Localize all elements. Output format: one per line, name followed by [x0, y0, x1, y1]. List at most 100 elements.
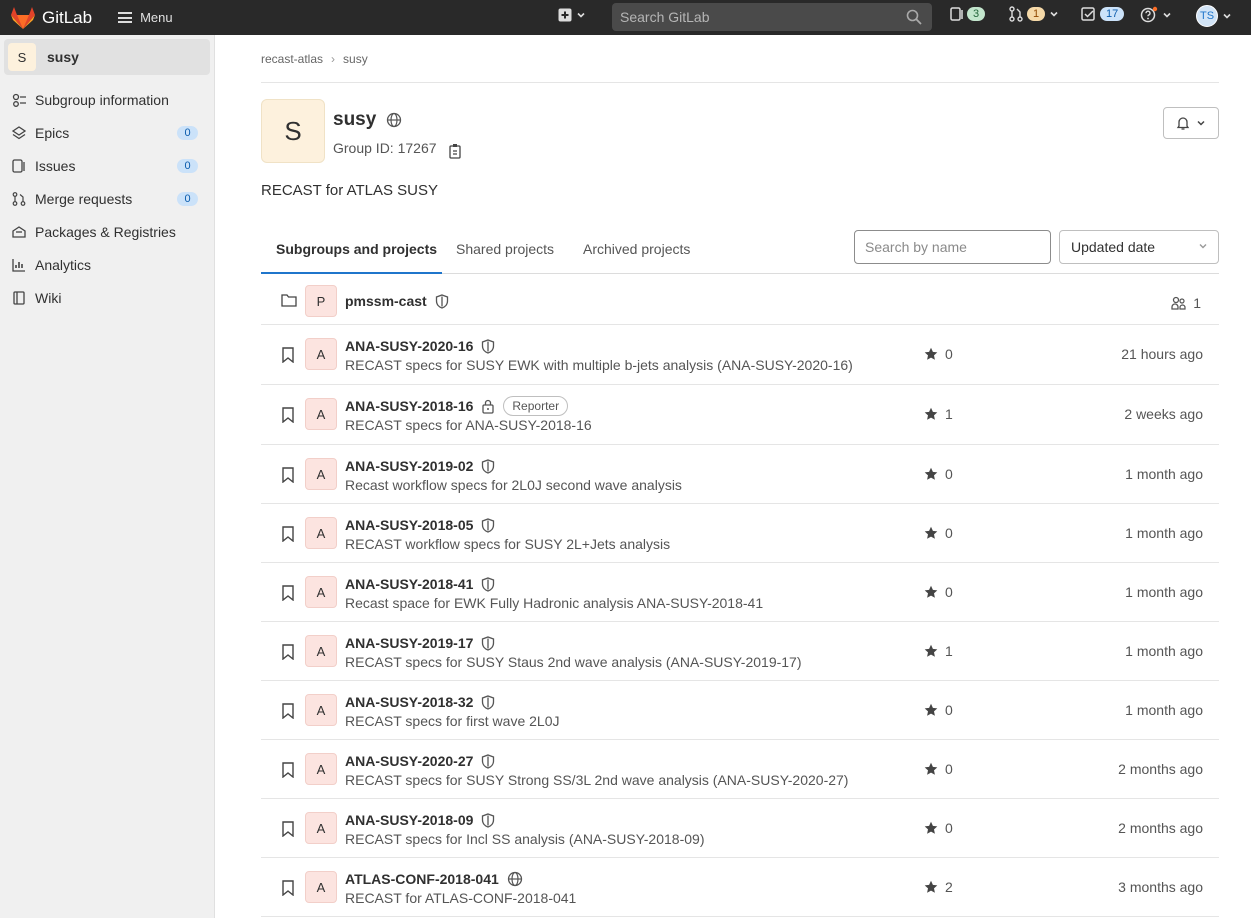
- project-title[interactable]: ANA-SUSY-2018-16 Reporter: [345, 396, 569, 416]
- sidebar-item-analytics[interactable]: Analytics: [0, 248, 214, 281]
- star-count: 1: [924, 406, 953, 422]
- search-by-name-input[interactable]: Search by name: [854, 230, 1051, 264]
- project-name: ANA-SUSY-2018-41: [345, 576, 474, 592]
- shield-icon: [435, 293, 449, 309]
- tab-archived-projects[interactable]: Archived projects: [583, 241, 690, 257]
- user-menu-dropdown[interactable]: TS: [1196, 5, 1232, 27]
- project-avatar: A: [305, 753, 337, 785]
- project-row[interactable]: A ANA-SUSY-2018-41 Recast space for EWK Fu…: [261, 563, 1219, 622]
- project-row[interactable]: A ANA-SUSY-2020-16 RECAST specs for SUSY E…: [261, 325, 1219, 385]
- menu-label: Menu: [140, 10, 173, 25]
- todo-check-icon: [1081, 7, 1095, 21]
- sort-dropdown[interactable]: Updated date: [1059, 230, 1219, 264]
- star-icon: [924, 644, 938, 657]
- group-id-text: Group ID: 17267: [333, 140, 437, 156]
- shield-icon: [481, 753, 495, 769]
- chevron-down-icon: [1197, 120, 1205, 126]
- package-icon: [11, 224, 27, 240]
- project-avatar: A: [305, 812, 337, 844]
- star-count-value: 0: [945, 525, 953, 541]
- bookmark-icon: [281, 644, 295, 663]
- tab-subgroups-and-projects[interactable]: Subgroups and projects: [276, 241, 437, 257]
- chevron-down-icon: [1163, 12, 1171, 18]
- sidebar-item-issues[interactable]: Issues 0: [0, 149, 214, 182]
- tab-shared-projects[interactable]: Shared projects: [456, 241, 554, 257]
- bookmark-icon: [281, 880, 295, 899]
- project-row[interactable]: A ANA-SUSY-2019-02 Recast workflow specs f…: [261, 445, 1219, 504]
- bookmark-icon: [281, 467, 295, 486]
- updated-time: 1 month ago: [1125, 525, 1203, 541]
- bookmark-icon: [281, 347, 295, 366]
- new-dropdown-button[interactable]: [558, 8, 586, 22]
- project-title[interactable]: ANA-SUSY-2018-09: [345, 812, 495, 828]
- project-description: RECAST specs for ANA-SUSY-2018-16: [345, 417, 592, 433]
- project-row[interactable]: A ANA-SUSY-2018-05 RECAST workflow specs f…: [261, 504, 1219, 563]
- subgroup-title[interactable]: pmssm-cast: [345, 293, 449, 309]
- project-title[interactable]: ANA-SUSY-2018-05: [345, 517, 495, 533]
- help-dropdown[interactable]: [1140, 6, 1172, 24]
- project-title[interactable]: ANA-SUSY-2019-02: [345, 458, 495, 474]
- list-item[interactable]: P pmssm-cast 1: [261, 275, 1219, 325]
- star-count: 0: [924, 525, 953, 541]
- chevron-down-icon: [1199, 244, 1207, 249]
- menu-button[interactable]: Menu: [118, 10, 173, 25]
- project-name: ATLAS-CONF-2018-041: [345, 871, 499, 887]
- project-title[interactable]: ANA-SUSY-2018-32: [345, 694, 495, 710]
- lock-icon: [481, 399, 495, 414]
- project-avatar: A: [305, 338, 337, 370]
- merge-request-icon: [11, 191, 27, 207]
- project-description: RECAST specs for first wave 2L0J: [345, 713, 560, 729]
- group-description: RECAST for ATLAS SUSY: [261, 182, 439, 199]
- project-row[interactable]: A ANA-SUSY-2018-32 RECAST specs for first …: [261, 681, 1219, 740]
- updated-time: 1 month ago: [1125, 643, 1203, 659]
- search-input[interactable]: Search GitLab: [612, 3, 932, 31]
- breadcrumb-link-parent[interactable]: recast-atlas: [261, 52, 323, 66]
- sidebar-item-wiki[interactable]: Wiki: [0, 281, 214, 314]
- star-icon: [924, 821, 938, 834]
- shield-icon: [481, 576, 495, 592]
- star-count: 0: [924, 820, 953, 836]
- sidebar-item-epics[interactable]: Epics 0: [0, 116, 214, 149]
- left-sidebar: S susy Subgroup information Epics 0 Issu…: [0, 35, 215, 918]
- updated-time: 1 month ago: [1125, 466, 1203, 482]
- copy-icon[interactable]: [448, 143, 463, 159]
- star-count-value: 0: [945, 466, 953, 482]
- project-description: RECAST specs for SUSY Staus 2nd wave ana…: [345, 654, 802, 670]
- issues-counter-button[interactable]: 3: [950, 6, 986, 22]
- project-row[interactable]: A ATLAS-CONF-2018-041 RECAST for ATLAS-CON…: [261, 858, 1219, 917]
- project-row[interactable]: A ANA-SUSY-2018-16 Reporter RECAST specs fo…: [261, 385, 1219, 445]
- project-title[interactable]: ATLAS-CONF-2018-041: [345, 871, 523, 887]
- project-title[interactable]: ANA-SUSY-2019-17: [345, 635, 495, 651]
- subgroup-avatar: P: [305, 285, 337, 317]
- star-count-value: 0: [945, 702, 953, 718]
- role-badge: Reporter: [503, 396, 569, 416]
- project-row[interactable]: A ANA-SUSY-2019-17 RECAST specs for SUSY S…: [261, 622, 1219, 681]
- search-placeholder: Search GitLab: [620, 9, 710, 25]
- sidebar-item-merge-requests[interactable]: Merge requests 0: [0, 182, 214, 215]
- star-count: 0: [924, 346, 953, 362]
- star-count-value: 0: [945, 761, 953, 777]
- star-count: 0: [924, 702, 953, 718]
- project-title[interactable]: ANA-SUSY-2020-16: [345, 338, 495, 354]
- mr-count-badge: 0: [177, 191, 198, 206]
- project-title[interactable]: ANA-SUSY-2020-27: [345, 753, 495, 769]
- notification-settings-button[interactable]: [1163, 107, 1219, 139]
- project-row[interactable]: A ANA-SUSY-2018-09 RECAST specs for Incl S…: [261, 799, 1219, 858]
- sidebar-context-header[interactable]: S susy: [4, 39, 210, 75]
- updated-time: 2 months ago: [1118, 820, 1203, 836]
- todos-button[interactable]: 17: [1081, 6, 1125, 22]
- project-row[interactable]: A ANA-SUSY-2020-27 RECAST specs for SUSY S…: [261, 740, 1219, 799]
- project-title[interactable]: ANA-SUSY-2018-41: [345, 576, 495, 592]
- sidebar-item-subgroup-information[interactable]: Subgroup information: [0, 83, 214, 116]
- star-count-value: 2: [945, 879, 953, 895]
- breadcrumb-link-current[interactable]: susy: [343, 52, 368, 66]
- gitlab-logo[interactable]: GitLab: [10, 6, 92, 30]
- members-count-value: 1: [1193, 295, 1201, 311]
- divider: [261, 82, 1219, 83]
- sidebar-item-label: Epics: [35, 124, 70, 141]
- members-count: 1: [1171, 295, 1201, 311]
- star-count: 1: [924, 643, 953, 659]
- merge-requests-dropdown[interactable]: 1: [1008, 6, 1059, 22]
- project-description: RECAST for ATLAS-CONF-2018-041: [345, 890, 577, 906]
- sidebar-item-packages-registries[interactable]: Packages & Registries: [0, 215, 214, 248]
